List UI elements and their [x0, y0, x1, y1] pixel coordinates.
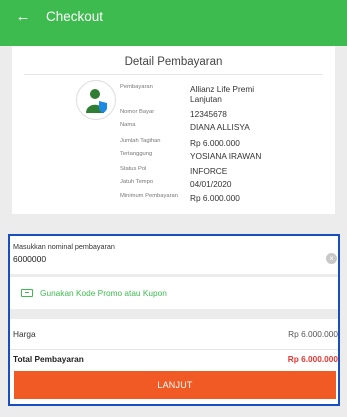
- detail-row-tertanggung: Tertanggung YOSIANA IRAWAN: [120, 151, 280, 161]
- arrow-left-icon: ←: [15, 7, 31, 25]
- person-shield-icon: [86, 89, 107, 113]
- close-circle-icon[interactable]: ×: [326, 253, 337, 264]
- price-value: Rp 6.000.000: [288, 329, 338, 339]
- detail-row-jatuh-tempo: Jatuh Tempo 04/01/2020: [120, 179, 280, 189]
- detail-label: Pembayaran: [120, 84, 153, 90]
- payment-panel: Masukkan nominal pembayaran × Gunakan Ko…: [8, 234, 340, 406]
- payment-amount-label: Masukkan nominal pembayaran: [13, 242, 115, 251]
- detail-value: 12345678: [190, 109, 227, 119]
- payment-amount-input[interactable]: [13, 254, 303, 264]
- page-title: Checkout: [46, 8, 104, 24]
- detail-row-status-pol: Status Pol INFORCE: [120, 166, 280, 176]
- divider: [24, 74, 323, 75]
- back-button[interactable]: ←: [8, 0, 38, 32]
- detail-value: Allianz Life Premi Lanjutan: [190, 84, 255, 105]
- detail-label: Nama: [120, 122, 136, 128]
- insurance-avatar: [76, 80, 116, 120]
- detail-title: Detail Pembayaran: [124, 56, 223, 68]
- price-row: Harga Rp 6.000.000: [10, 324, 338, 344]
- total-label: Total Pembayaran: [13, 354, 84, 364]
- detail-label: Minimum Pembayaran: [120, 193, 178, 199]
- detail-row-pembayaran: Pembayaran Allianz Life Premi Lanjutan: [120, 84, 280, 105]
- detail-row-nomor-bayar: Nomor Bayar 12345678: [120, 109, 280, 119]
- detail-label: Jatuh Tempo: [120, 179, 154, 185]
- payment-summary: Harga Rp 6.000.000 Total Pembayaran Rp 6…: [10, 319, 338, 404]
- detail-value: YOSIANA IRAWAN: [190, 151, 262, 161]
- header-strip: [0, 32, 347, 46]
- detail-value: 04/01/2020: [190, 179, 232, 189]
- app-bar: ← Checkout: [0, 0, 347, 32]
- detail-value: DIANA ALLISYA: [190, 122, 250, 132]
- detail-row-jumlah-tagihan: Jumlah Tagihan Rp 6.000.000: [120, 138, 280, 148]
- payment-amount-section: Masukkan nominal pembayaran ×: [10, 236, 338, 274]
- detail-label: Nomor Bayar: [120, 109, 155, 115]
- total-value: Rp 6.000.000: [287, 354, 338, 364]
- detail-value: Rp 6.000.000: [190, 193, 240, 203]
- price-label: Harga: [13, 329, 36, 339]
- detail-value: Rp 6.000.000: [190, 138, 240, 148]
- detail-label: Status Pol: [120, 166, 147, 172]
- detail-row-minimum-pembayaran: Minimum Pembayaran Rp 6.000.000: [120, 193, 280, 203]
- detail-value: INFORCE: [190, 166, 228, 176]
- promo-code-label: Gunakan Kode Promo atau Kupon: [40, 288, 167, 298]
- total-row: Total Pembayaran Rp 6.000.000: [10, 350, 338, 368]
- ticket-icon: [21, 289, 33, 297]
- detail-label: Jumlah Tagihan: [120, 138, 161, 144]
- payment-detail-card: Detail Pembayaran Pembayaran Allianz Lif…: [12, 46, 335, 214]
- detail-label: Tertanggung: [120, 151, 153, 157]
- detail-row-nama: Nama DIANA ALLISYA: [120, 122, 280, 132]
- promo-code-button[interactable]: Gunakan Kode Promo atau Kupon: [10, 277, 338, 309]
- continue-button[interactable]: LANJUT: [14, 371, 336, 399]
